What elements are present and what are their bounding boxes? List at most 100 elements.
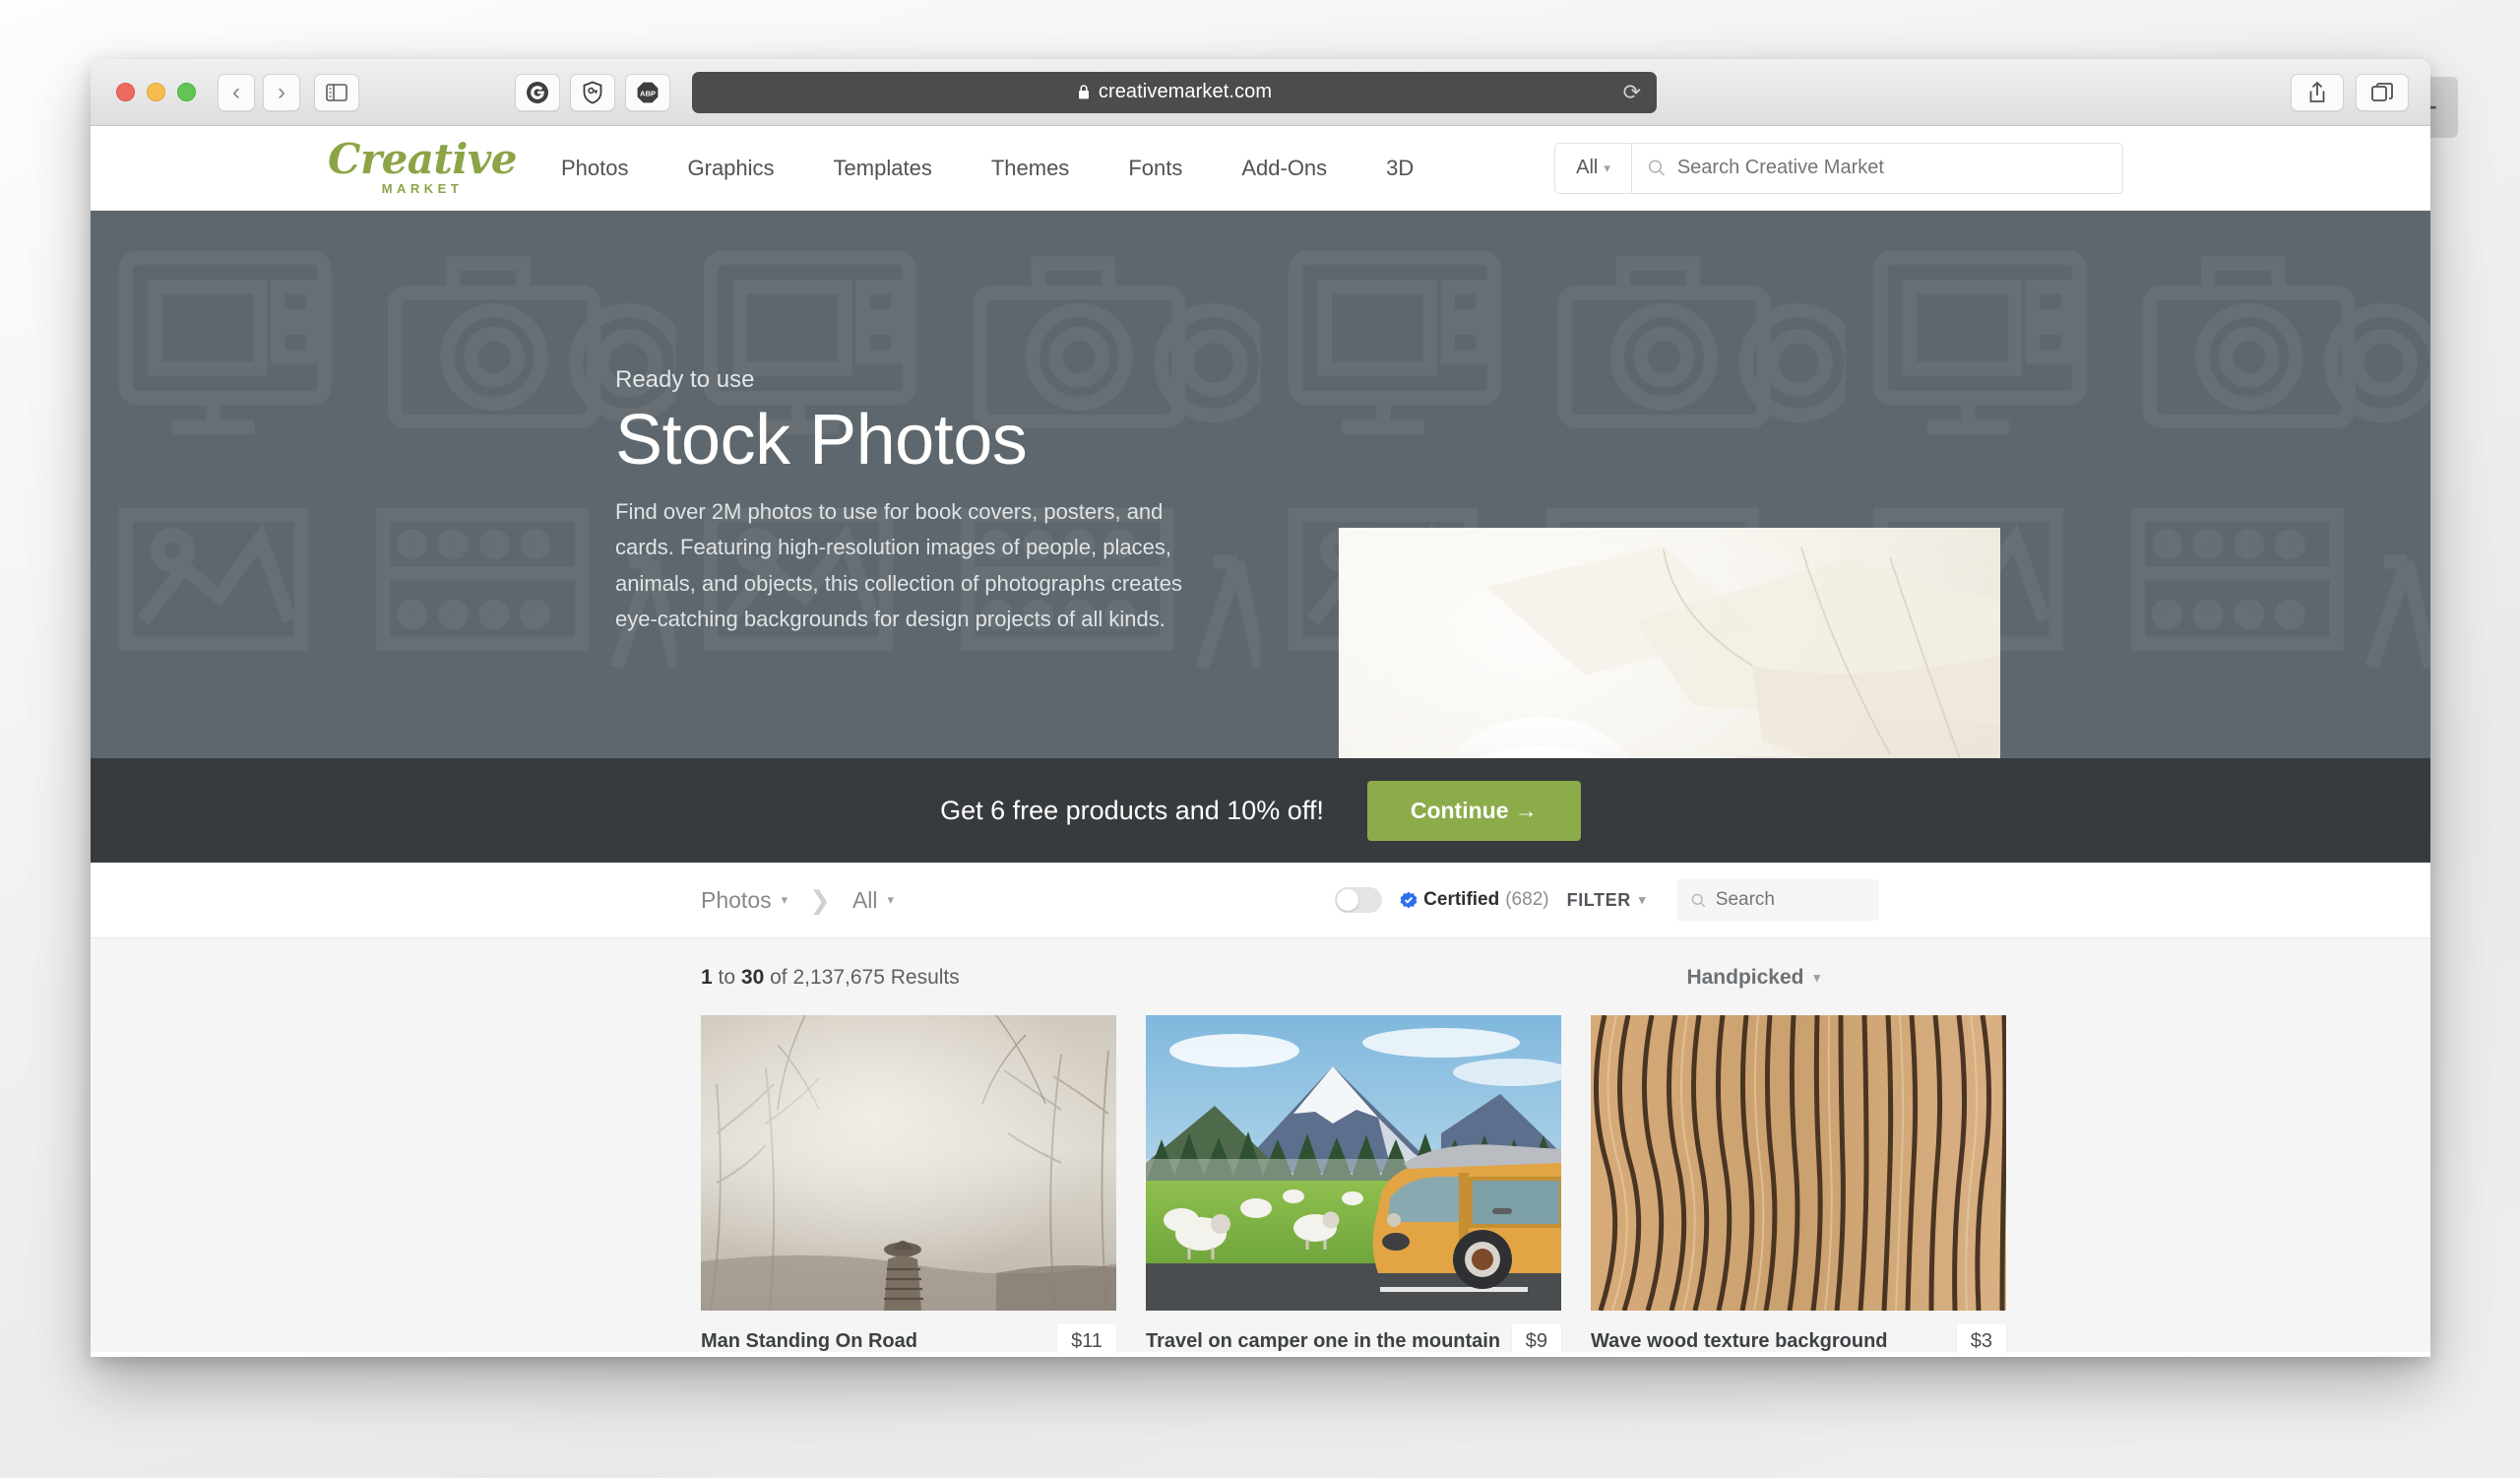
- adblock-plus-extension-button[interactable]: ABP: [625, 73, 670, 111]
- product-price: $9: [1511, 1324, 1561, 1357]
- search-category-select[interactable]: All ▾: [1554, 142, 1631, 194]
- tab-overview-button[interactable]: [2356, 73, 2409, 111]
- grammarly-extension-icon: [527, 81, 548, 103]
- product-thumbnail[interactable]: [1146, 1015, 1561, 1311]
- share-icon: [2309, 81, 2325, 102]
- certified-text: Certified: [1423, 889, 1500, 910]
- sort-dropdown[interactable]: Handpicked ▾: [1686, 966, 1820, 990]
- close-window-button[interactable]: [116, 83, 135, 101]
- hero-description: Find over 2M photos to use for book cove…: [615, 498, 1182, 632]
- hero-content: Ready to use Stock Photos Find over 2M p…: [91, 211, 2430, 758]
- nav-item-themes[interactable]: Themes: [962, 146, 1099, 191]
- back-button[interactable]: ‹: [218, 73, 255, 111]
- product-title: Travel on camper one in the mountain: [1146, 1330, 1501, 1352]
- misty-forest-illustration: [701, 1015, 1116, 1311]
- nav-item-templates[interactable]: Templates: [804, 146, 962, 191]
- hero-photo-illustration: [1339, 528, 2000, 758]
- sidebar-toggle-icon: [326, 83, 347, 101]
- certified-label: Certified (682): [1400, 889, 1549, 911]
- sort-dropdown-label: Handpicked: [1686, 966, 1804, 989]
- share-button[interactable]: [2291, 73, 2344, 111]
- camper-van-mountain-illustration: [1146, 1015, 1561, 1311]
- window-controls: [116, 83, 196, 101]
- search-input-wrapper[interactable]: [1631, 142, 2123, 194]
- product-title: Man Standing On Road: [701, 1330, 917, 1352]
- nav-item-fonts[interactable]: Fonts: [1099, 146, 1212, 191]
- lock-icon: [1078, 85, 1089, 99]
- results-total: 2,137,675: [792, 966, 885, 989]
- product-price: $3: [1956, 1324, 2006, 1357]
- filter-dropdown[interactable]: FILTER ▾: [1567, 890, 1646, 911]
- results-search-input[interactable]: [1715, 889, 1879, 911]
- url-text: creativemarket.com: [1098, 81, 1273, 102]
- nav-item-graphics[interactable]: Graphics: [659, 146, 804, 191]
- product-thumbnail[interactable]: [701, 1015, 1116, 1311]
- results-search[interactable]: [1677, 879, 1879, 921]
- promo-bar: Get 6 free products and 10% off! Continu…: [91, 758, 2430, 863]
- grammarly-extension-button[interactable]: [515, 73, 560, 111]
- product-meta: Wave wood texture background $3: [1591, 1311, 2006, 1357]
- search-icon: [1691, 893, 1706, 907]
- svg-text:ABP: ABP: [640, 89, 656, 97]
- nav-item-photos[interactable]: Photos: [532, 146, 659, 191]
- logo-wordmark: Creative: [328, 134, 517, 183]
- nav-item-3d[interactable]: 3D: [1356, 146, 1443, 191]
- chevron-down-icon: ▾: [781, 892, 788, 907]
- chevron-down-icon: ▾: [887, 892, 895, 907]
- reload-icon[interactable]: ⟳: [1623, 80, 1641, 105]
- hero-title: Stock Photos: [615, 401, 1028, 480]
- browser-toolbar: ‹ › ABP creativemarket.com ⟳: [91, 59, 2430, 126]
- product-thumbnail[interactable]: [1591, 1015, 2006, 1311]
- search-icon: [1648, 160, 1666, 176]
- main-navigation: Photos Graphics Templates Themes Fonts A…: [532, 146, 1443, 191]
- chevron-down-icon: ▾: [1813, 970, 1820, 985]
- address-bar[interactable]: creativemarket.com ⟳: [692, 71, 1657, 113]
- address-bar-content: creativemarket.com: [1077, 81, 1272, 103]
- minimize-window-button[interactable]: [147, 83, 165, 101]
- results-range-end: 30: [740, 966, 765, 989]
- forward-chevron-icon: ›: [278, 78, 285, 105]
- results-area: 1 to 30 of 2,137,675 Results Handpicked …: [91, 938, 2430, 1357]
- results-header: 1 to 30 of 2,137,675 Results Handpicked …: [91, 938, 2430, 990]
- creative-market-logo[interactable]: Creative MARKET: [328, 138, 517, 197]
- product-meta: Travel on camper one in the mountain $9: [1146, 1311, 1561, 1357]
- nav-item-add-ons[interactable]: Add-Ons: [1212, 146, 1356, 191]
- product-card[interactable]: Travel on camper one in the mountain $9: [1146, 1015, 1561, 1357]
- maximize-window-button[interactable]: [177, 83, 196, 101]
- promo-text: Get 6 free products and 10% off!: [940, 795, 1324, 825]
- search-input[interactable]: [1676, 157, 2122, 179]
- results-word: Results: [890, 966, 960, 989]
- breadcrumb-photos-label: Photos: [701, 886, 772, 913]
- breadcrumb-all[interactable]: All ▾: [852, 887, 894, 914]
- filter-bar: Photos ▾ ❯ All ▾ Certified (682) FILTER …: [91, 863, 2430, 938]
- adblock-plus-extension-icon: ABP: [637, 82, 659, 102]
- wavy-wood-slat-illustration: [1591, 1015, 2006, 1311]
- back-chevron-icon: ‹: [232, 78, 240, 105]
- chevron-down-icon: ▾: [1638, 892, 1646, 907]
- sidebar-toggle-button[interactable]: [314, 73, 359, 111]
- extension-buttons: ABP: [515, 73, 670, 111]
- privacy-shield-extension-button[interactable]: [570, 73, 615, 111]
- breadcrumb-photos[interactable]: Photos ▾: [701, 887, 788, 914]
- logo-subtext: MARKET: [381, 181, 464, 197]
- results-count: 1 to 30 of 2,137,675 Results: [701, 966, 960, 990]
- certified-badge-icon: [1400, 891, 1418, 909]
- forward-button[interactable]: ›: [263, 73, 300, 111]
- browser-window: ‹ › ABP creativemarket.com ⟳ Creative MA…: [91, 59, 2430, 1357]
- certified-count: (682): [1505, 889, 1549, 910]
- product-meta: Man Standing On Road $11: [701, 1311, 1116, 1357]
- site-header: Creative MARKET Photos Graphics Template…: [91, 126, 2430, 211]
- hero-section: Ready to use Stock Photos Find over 2M p…: [91, 211, 2430, 758]
- toolbar-right-buttons: [2291, 73, 2409, 111]
- product-card[interactable]: Wave wood texture background $3: [1591, 1015, 2006, 1357]
- certified-toggle[interactable]: [1335, 887, 1383, 913]
- product-card[interactable]: Man Standing On Road $11: [701, 1015, 1116, 1357]
- results-of-word: of: [770, 966, 788, 989]
- shield-privacy-extension-icon: [583, 81, 602, 103]
- search-category-value: All: [1576, 157, 1599, 178]
- results-range-start: 1: [701, 966, 713, 989]
- breadcrumb-all-label: All: [851, 886, 878, 913]
- promo-continue-button[interactable]: Continue →: [1366, 780, 1581, 841]
- header-search: All ▾: [1554, 142, 2123, 194]
- product-price: $11: [1057, 1324, 1116, 1357]
